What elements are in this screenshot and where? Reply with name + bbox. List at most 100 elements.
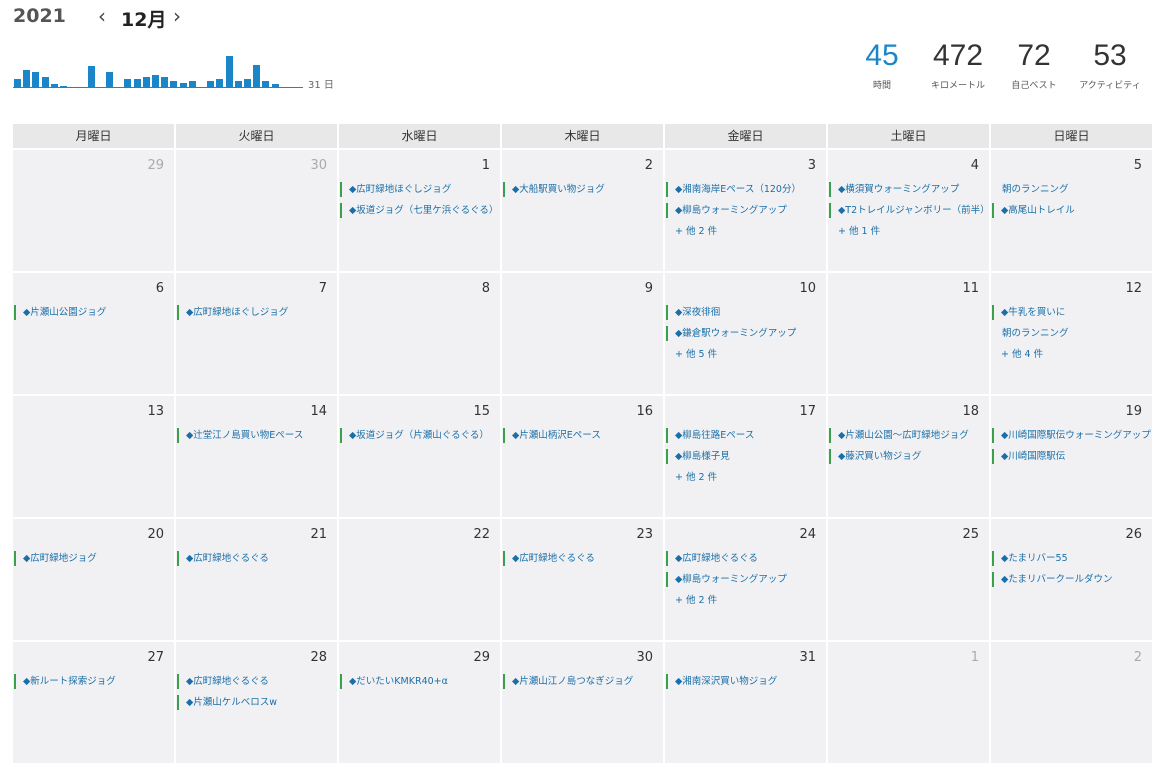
- activity-event[interactable]: ◆湘南海岸Eペース（120分）: [666, 182, 826, 197]
- day-cell[interactable]: 1 ◆広町緑地ほぐしジョグ ◆坂道ジョグ（七里ケ浜ぐるぐる）: [339, 150, 500, 271]
- activity-event[interactable]: 朝のランニング: [992, 326, 1152, 341]
- day-cell[interactable]: 24 ◆広町緑地ぐるぐる ◆柳島ウォーミングアップ + 他 2 件: [665, 519, 826, 640]
- day-cell[interactable]: 29: [13, 150, 174, 271]
- day-cell[interactable]: 19 ◆川崎国際駅伝ウォーミングアップ ◆川崎国際駅伝: [991, 396, 1152, 517]
- activity-event[interactable]: ◆湘南深沢買い物ジョグ: [666, 674, 826, 689]
- activity-event[interactable]: ◆横須賀ウォーミングアップ: [829, 182, 989, 197]
- chevron-left-icon[interactable]: ‹: [98, 4, 106, 28]
- day-cell[interactable]: 10 ◆深夜徘徊 ◆鎌倉駅ウォーミングアップ + 他 5 件: [665, 273, 826, 394]
- day-cell[interactable]: 14 ◆辻堂江ノ島買い物Eペース: [176, 396, 337, 517]
- activity-event[interactable]: ◆たまリバー55: [992, 551, 1152, 566]
- activity-event[interactable]: ◆片瀬山ケルベロスw: [177, 695, 337, 710]
- stat-value: 53: [1093, 39, 1127, 72]
- activity-event[interactable]: ◆広町緑地ぐるぐる: [666, 551, 826, 566]
- activity-event[interactable]: ◆川崎国際駅伝ウォーミングアップ: [992, 428, 1152, 443]
- day-cell[interactable]: 23 ◆広町緑地ぐるぐる: [502, 519, 663, 640]
- day-cell[interactable]: 12 ◆牛乳を買いに 朝のランニング + 他 4 件: [991, 273, 1152, 394]
- day-cell[interactable]: 5 朝のランニング ◆高尾山トレイル: [991, 150, 1152, 271]
- activity-event[interactable]: ◆片瀬山柄沢Eペース: [503, 428, 663, 443]
- activity-event[interactable]: ◆川崎国際駅伝: [992, 449, 1152, 464]
- week-row: 20 ◆広町緑地ジョグ 21 ◆広町緑地ぐるぐる 22 23 ◆広町緑地ぐるぐる 24 ◆広町緑…: [13, 519, 1152, 640]
- day-cell[interactable]: 21 ◆広町緑地ぐるぐる: [176, 519, 337, 640]
- activity-event[interactable]: ◆片瀬山江ノ島つなぎジョグ: [503, 674, 663, 689]
- activity-event[interactable]: ◆広町緑地ぐるぐる: [177, 551, 337, 566]
- activity-event[interactable]: ◆広町緑地ほぐしジョグ: [177, 305, 337, 320]
- more-events-link[interactable]: + 他 2 件: [665, 469, 826, 483]
- histogram-bar: [87, 66, 95, 88]
- day-cell[interactable]: 20 ◆広町緑地ジョグ: [13, 519, 174, 640]
- activity-event[interactable]: ◆新ルート探索ジョグ: [14, 674, 174, 689]
- activity-event[interactable]: ◆牛乳を買いに: [992, 305, 1152, 320]
- activity-event[interactable]: ◆鎌倉駅ウォーミングアップ: [666, 326, 826, 341]
- activity-event[interactable]: ◆坂道ジョグ（七里ケ浜ぐるぐる）: [340, 203, 500, 218]
- activity-event[interactable]: ◆深夜徘徊: [666, 305, 826, 320]
- day-cell[interactable]: 17 ◆柳島往路Eペース ◆柳島様子見 + 他 2 件: [665, 396, 826, 517]
- more-events-link[interactable]: + 他 1 件: [828, 223, 989, 237]
- day-number: 2: [644, 158, 653, 173]
- day-cell[interactable]: 18 ◆片瀬山公園〜広町緑地ジョグ ◆藤沢買い物ジョグ: [828, 396, 989, 517]
- day-number: 23: [636, 527, 653, 542]
- histogram-bar: [133, 79, 141, 88]
- stat-value: 45: [865, 39, 899, 72]
- day-cell[interactable]: 2: [991, 642, 1152, 763]
- activity-event[interactable]: ◆辻堂江ノ島買い物Eペース: [177, 428, 337, 443]
- stat-item: 45 時間: [846, 38, 918, 91]
- calendar-header: 2021 ‹ 12月 › 31 日 45 時間 472 キロメートル 72 自己ベスト 53…: [0, 0, 1166, 120]
- more-events-link[interactable]: + 他 5 件: [665, 346, 826, 360]
- day-cell[interactable]: 25: [828, 519, 989, 640]
- activity-event[interactable]: ◆だいたいKMKR40+α: [340, 674, 500, 689]
- day-cell[interactable]: 2 ◆大船駅買い物ジョグ: [502, 150, 663, 271]
- day-cell[interactable]: 7 ◆広町緑地ほぐしジョグ: [176, 273, 337, 394]
- activity-event[interactable]: ◆大船駅買い物ジョグ: [503, 182, 663, 197]
- activity-event[interactable]: ◆坂道ジョグ（片瀬山ぐるぐる）: [340, 428, 500, 443]
- day-cell[interactable]: 30: [176, 150, 337, 271]
- day-cell[interactable]: 29 ◆だいたいKMKR40+α: [339, 642, 500, 763]
- day-number: 2: [1133, 650, 1142, 665]
- histogram-bar: [188, 80, 196, 88]
- histogram-bar: [225, 55, 233, 88]
- day-cell[interactable]: 6 ◆片瀬山公園ジョグ: [13, 273, 174, 394]
- activity-event[interactable]: ◆藤沢買い物ジョグ: [829, 449, 989, 464]
- day-cell[interactable]: 1: [828, 642, 989, 763]
- day-cell[interactable]: 27 ◆新ルート探索ジョグ: [13, 642, 174, 763]
- activity-event[interactable]: ◆広町緑地ぐるぐる: [503, 551, 663, 566]
- day-cell[interactable]: 4 ◆横須賀ウォーミングアップ ◆T2トレイルジャンボリー（前半） + 他 1 件: [828, 150, 989, 271]
- more-events-link[interactable]: + 他 4 件: [991, 346, 1152, 360]
- month-calendar: 月曜日 火曜日 水曜日 木曜日 金曜日 土曜日 日曜日 29 30 1 ◆広町緑地ほぐしジョグ ◆坂…: [13, 124, 1152, 765]
- activity-event[interactable]: ◆片瀬山公園〜広町緑地ジョグ: [829, 428, 989, 443]
- activity-event[interactable]: ◆広町緑地ジョグ: [14, 551, 174, 566]
- activity-event[interactable]: ◆柳島往路Eペース: [666, 428, 826, 443]
- day-cell[interactable]: 3 ◆湘南海岸Eペース（120分） ◆柳島ウォーミングアップ + 他 2 件: [665, 150, 826, 271]
- day-cell[interactable]: 28 ◆広町緑地ぐるぐる ◆片瀬山ケルベロスw: [176, 642, 337, 763]
- day-cell[interactable]: 30 ◆片瀬山江ノ島つなぎジョグ: [502, 642, 663, 763]
- activity-event[interactable]: ◆たまリバークールダウン: [992, 572, 1152, 587]
- day-number: 5: [1133, 158, 1142, 173]
- day-cell[interactable]: 16 ◆片瀬山柄沢Eペース: [502, 396, 663, 517]
- activity-event[interactable]: ◆柳島様子見: [666, 449, 826, 464]
- activity-event[interactable]: 朝のランニング: [992, 182, 1152, 197]
- day-cell[interactable]: 9: [502, 273, 663, 394]
- week-row: 6 ◆片瀬山公園ジョグ 7 ◆広町緑地ほぐしジョグ 8 9 10 ◆深夜徘徊 ◆鎌倉駅ウォーミン…: [13, 273, 1152, 394]
- stat-item: 72 自己ベスト: [998, 38, 1070, 91]
- day-cell[interactable]: 11: [828, 273, 989, 394]
- histogram-bar: [253, 64, 261, 88]
- activity-event[interactable]: ◆片瀬山公園ジョグ: [14, 305, 174, 320]
- more-events-link[interactable]: + 他 2 件: [665, 592, 826, 606]
- day-cell[interactable]: 8: [339, 273, 500, 394]
- activity-event[interactable]: ◆T2トレイルジャンボリー（前半）: [829, 203, 989, 218]
- histogram-bar: [170, 80, 178, 88]
- more-events-link[interactable]: + 他 2 件: [665, 223, 826, 237]
- activity-event[interactable]: ◆広町緑地ぐるぐる: [177, 674, 337, 689]
- activity-event[interactable]: ◆柳島ウォーミングアップ: [666, 203, 826, 218]
- day-cell[interactable]: 13: [13, 396, 174, 517]
- activity-event[interactable]: ◆柳島ウォーミングアップ: [666, 572, 826, 587]
- day-cell[interactable]: 26 ◆たまリバー55 ◆たまリバークールダウン: [991, 519, 1152, 640]
- histogram-bar: [23, 70, 31, 88]
- chevron-right-icon[interactable]: ›: [173, 4, 181, 28]
- day-cell[interactable]: 22: [339, 519, 500, 640]
- activity-event[interactable]: ◆広町緑地ほぐしジョグ: [340, 182, 500, 197]
- histogram-bar: [161, 77, 169, 88]
- day-cell[interactable]: 31 ◆湘南深沢買い物ジョグ: [665, 642, 826, 763]
- day-cell[interactable]: 15 ◆坂道ジョグ（片瀬山ぐるぐる）: [339, 396, 500, 517]
- activity-event[interactable]: ◆高尾山トレイル: [992, 203, 1152, 218]
